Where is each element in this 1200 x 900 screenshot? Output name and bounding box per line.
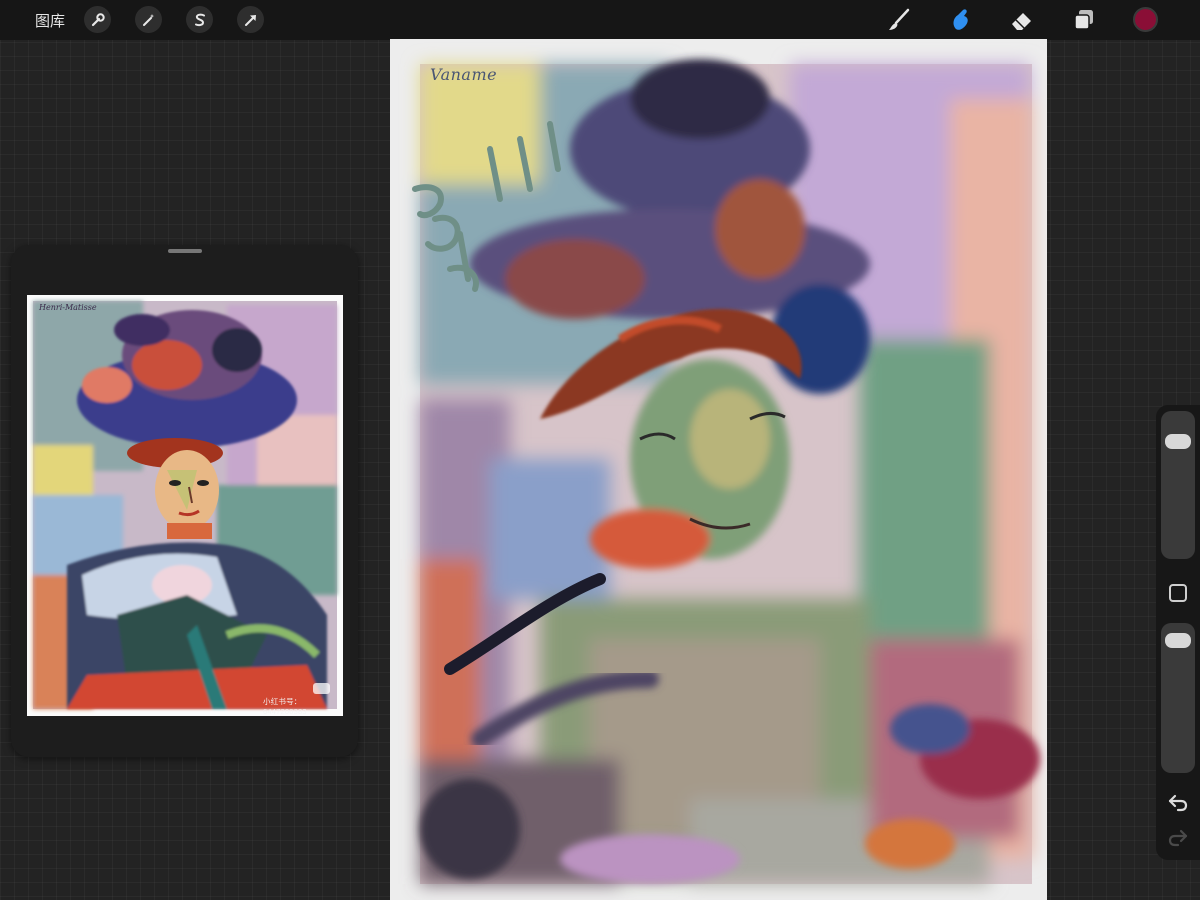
brush-size-slider[interactable] — [1161, 411, 1195, 559]
sidebar-panel — [1156, 405, 1200, 860]
selection-s-icon — [194, 13, 205, 26]
undo-arrow-icon[interactable] — [1166, 790, 1190, 814]
brush-size-thumb[interactable] — [1165, 433, 1191, 449]
square-modify-icon[interactable] — [1169, 584, 1187, 602]
reference-image: Henri-Matisse 小红书号：6447200383 — [27, 295, 343, 716]
reference-signature: Henri-Matisse — [39, 303, 97, 312]
redo-arrow-icon[interactable] — [1166, 825, 1190, 849]
brush-icon[interactable] — [885, 6, 913, 34]
drawing-canvas[interactable]: Vaname — [390, 39, 1047, 900]
wrench-icon — [91, 12, 105, 26]
arrow-cursor-icon — [244, 14, 256, 26]
canvas-signature: Vaname — [430, 65, 498, 84]
selection-button[interactable] — [186, 6, 213, 33]
eraser-icon[interactable] — [1008, 6, 1036, 34]
magic-wand-icon — [142, 13, 154, 26]
gallery-button[interactable]: 图库 — [35, 10, 65, 31]
top-toolbar: 图库 — [0, 0, 1200, 40]
layers-icon[interactable] — [1070, 6, 1098, 34]
actions-button[interactable] — [84, 6, 111, 33]
color-picker-button[interactable] — [1133, 7, 1158, 32]
transform-button[interactable] — [237, 6, 264, 33]
opacity-slider[interactable] — [1161, 623, 1195, 773]
opacity-thumb[interactable] — [1165, 633, 1191, 649]
reference-window: Henri-Matisse 小红书号：6447200383 — [11, 245, 358, 757]
reference-watermark: 小红书号：6447200383 — [263, 697, 307, 716]
smudge-finger-icon[interactable] — [946, 6, 974, 34]
watermark-logo — [313, 683, 330, 694]
adjustments-button[interactable] — [135, 6, 162, 33]
reference-drag-handle[interactable] — [168, 249, 202, 253]
